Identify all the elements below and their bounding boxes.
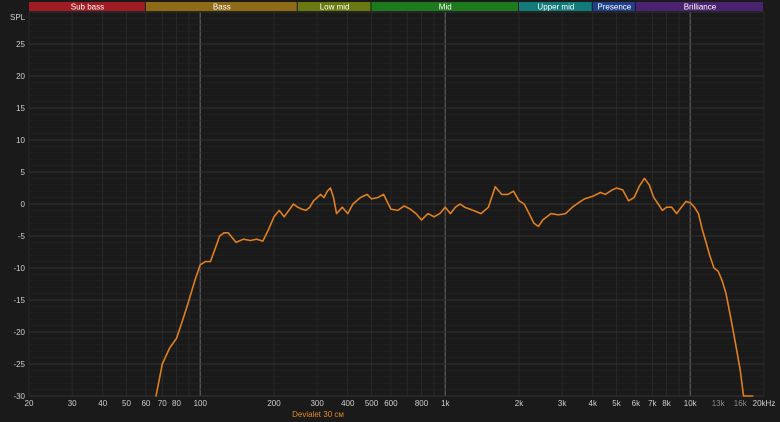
- x-tick-1: 30: [68, 399, 77, 408]
- legend-entry: Devialet 30 см: [292, 410, 344, 419]
- y-tick-3: 10: [16, 136, 25, 145]
- y-tick-4: 5: [21, 168, 26, 177]
- x-tick-20: 7k: [648, 399, 657, 408]
- y-axis-ticks: 2520151050-5-10-15-20-25-30: [13, 40, 25, 401]
- x-tick-14: 1k: [441, 399, 450, 408]
- x-axis-ticks: 20 30 40 50 60 70 80 100 200 300 400 500 600 800 1k 2k 3…: [25, 399, 776, 408]
- x-tick-9: 300: [310, 399, 324, 408]
- x-tick-4: 60: [141, 399, 150, 408]
- y-tick-9: -20: [13, 328, 25, 337]
- y-tick-10: -25: [13, 360, 25, 369]
- y-tick-1: 20: [16, 72, 25, 81]
- x-tick-6: 80: [172, 399, 181, 408]
- y-tick-2: 15: [16, 104, 25, 113]
- x-tick-12: 600: [384, 399, 398, 408]
- x-tick-2: 40: [98, 399, 107, 408]
- x-tick-10: 400: [341, 399, 355, 408]
- y-axis-label: SPL: [10, 13, 26, 22]
- grid: [28, 11, 765, 397]
- x-tick-22: 10k: [684, 399, 698, 408]
- band-label-4: Upper mid: [537, 3, 574, 12]
- x-tick-7: 100: [194, 399, 208, 408]
- x-tick-11: 500: [365, 399, 379, 408]
- y-tick-0: 25: [16, 40, 25, 49]
- x-tick-0: 20: [25, 399, 34, 408]
- frequency-response-chart: Sub bass Bass Low mid Mid Upper mid Presence B…: [10, 2, 776, 419]
- x-tick-3: 50: [122, 399, 131, 408]
- band-label-0: Sub bass: [71, 3, 104, 12]
- x-tick-13: 800: [415, 399, 429, 408]
- x-tick-21: 8k: [662, 399, 671, 408]
- frequency-bands: Sub bass Bass Low mid Mid Upper mid Presence B…: [29, 2, 763, 12]
- y-tick-5: 0: [21, 200, 26, 209]
- band-label-2: Low mid: [320, 3, 350, 12]
- band-label-3: Mid: [439, 3, 452, 12]
- y-tick-7: -10: [13, 264, 25, 273]
- x-tick-19: 6k: [632, 399, 641, 408]
- x-tick-8: 200: [267, 399, 281, 408]
- band-label-6: Brilliance: [684, 3, 717, 12]
- y-tick-6: -5: [18, 232, 26, 241]
- x-tick-25: 20kHz: [753, 399, 776, 408]
- band-label-1: Bass: [213, 3, 231, 12]
- band-label-5: Presence: [597, 3, 631, 12]
- x-tick-16: 3k: [558, 399, 567, 408]
- y-tick-8: -15: [13, 296, 25, 305]
- x-tick-15: 2k: [515, 399, 524, 408]
- x-tick-24: 16k: [734, 399, 748, 408]
- x-tick-23: 13k: [712, 399, 726, 408]
- x-tick-17: 4k: [589, 399, 598, 408]
- x-tick-18: 5k: [612, 399, 621, 408]
- x-tick-5: 70: [158, 399, 167, 408]
